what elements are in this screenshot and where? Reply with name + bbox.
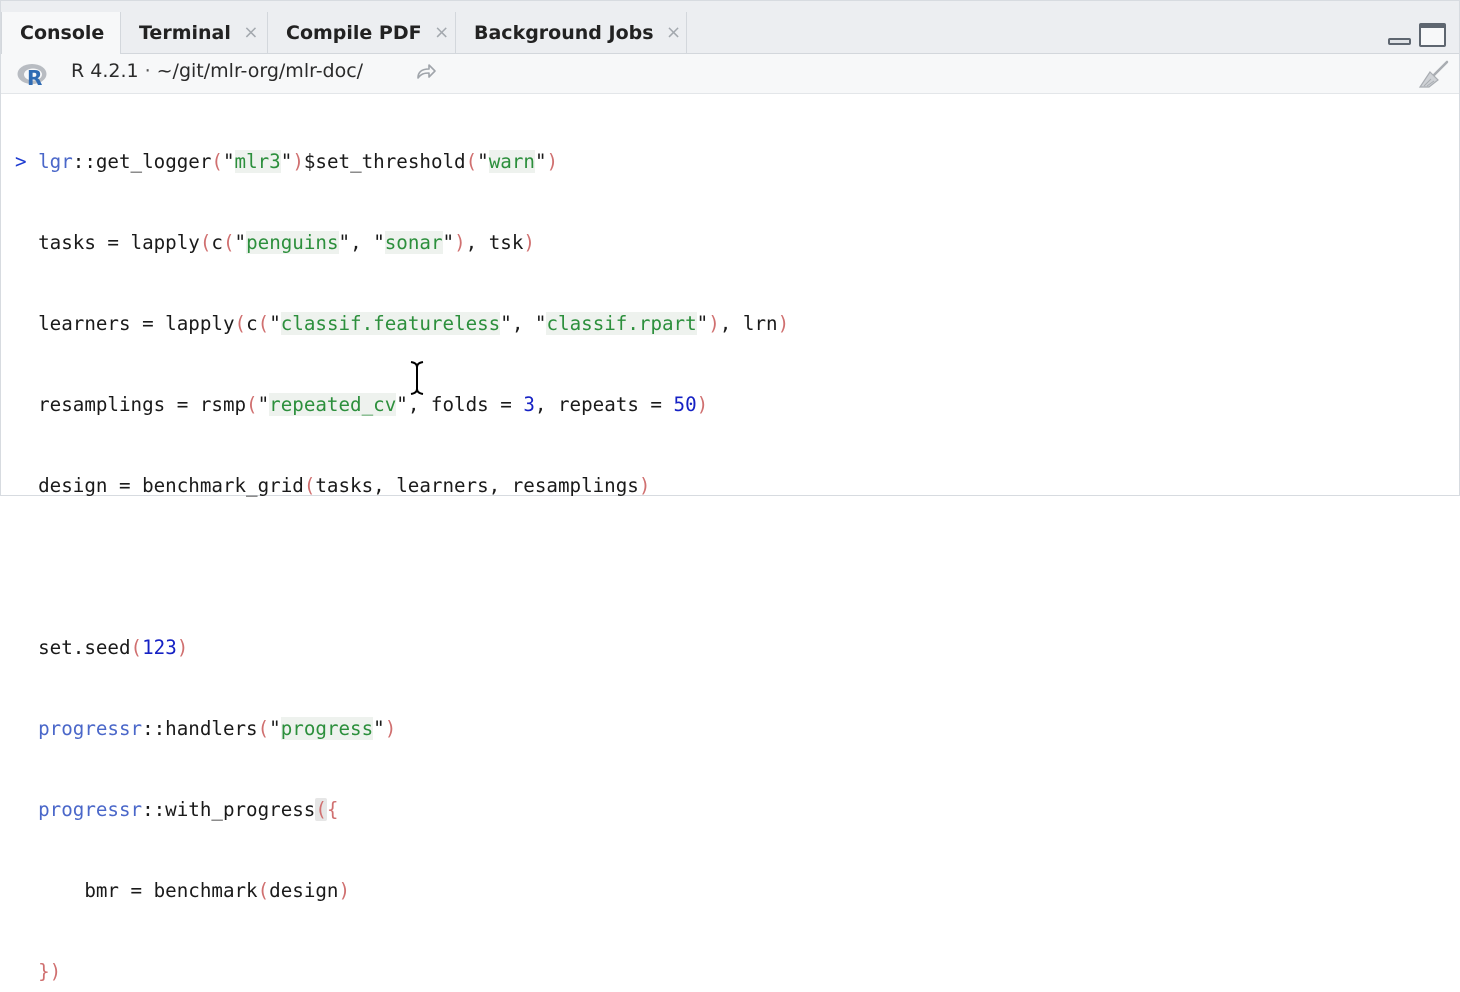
maximize-pane-icon[interactable] xyxy=(1419,23,1446,47)
code-text: progressr::handlers("progress") xyxy=(38,717,397,740)
console-line: progressr::with_progress({ xyxy=(15,796,789,823)
console-line: > lgr::get_logger("mlr3")$set_threshold(… xyxy=(15,148,789,175)
console-path-bar: R R 4.2.1 · ~/git/mlr-org/mlr-doc/ xyxy=(1,54,1459,94)
console-line: bmr = benchmark(design) xyxy=(15,877,789,904)
code-text: progressr::with_progress({ xyxy=(38,798,339,821)
tab-label: Console xyxy=(20,22,105,44)
goto-directory-icon[interactable] xyxy=(415,62,437,82)
tab-label: Background Jobs xyxy=(474,21,654,44)
close-icon[interactable]: × xyxy=(434,22,450,43)
close-icon[interactable]: × xyxy=(666,22,682,43)
code-text: lgr::get_logger("mlr3")$set_threshold("w… xyxy=(38,150,559,173)
code-text: set.seed(123) xyxy=(38,636,189,659)
console-code: > lgr::get_logger("mlr3")$set_threshold(… xyxy=(15,94,789,992)
console-line: set.seed(123) xyxy=(15,634,789,661)
tab-label: Compile PDF xyxy=(286,21,422,44)
code-text: bmr = benchmark(design) xyxy=(38,879,351,902)
tab-terminal[interactable]: Terminal × xyxy=(121,12,268,53)
tab-console[interactable]: Console xyxy=(1,12,121,54)
console-line: tasks = lapply(c("penguins", "sonar"), t… xyxy=(15,229,789,256)
close-icon[interactable]: × xyxy=(243,22,259,43)
svg-text:R: R xyxy=(27,66,42,87)
code-text: resamplings = rsmp("repeated_cv", folds … xyxy=(38,393,709,416)
path-separator: · xyxy=(144,60,151,82)
code-text: learners = lapply(c("classif.featureless… xyxy=(38,312,790,335)
console-line: }) xyxy=(15,958,789,985)
console-output[interactable]: > lgr::get_logger("mlr3")$set_threshold(… xyxy=(1,94,1459,983)
console-line: progressr::handlers("progress") xyxy=(15,715,789,742)
tab-compile-pdf[interactable]: Compile PDF × xyxy=(268,12,456,53)
ibeam-cursor-icon xyxy=(410,361,424,395)
console-line: design = benchmark_grid(tasks, learners,… xyxy=(15,472,789,499)
code-text: tasks = lapply(c("penguins", "sonar"), t… xyxy=(38,231,535,254)
code-text: design = benchmark_grid(tasks, learners,… xyxy=(38,474,651,497)
console-line: resamplings = rsmp("repeated_cv", folds … xyxy=(15,391,789,418)
r-version: R 4.2.1 xyxy=(71,60,139,82)
working-directory-label: R 4.2.1 · ~/git/mlr-org/mlr-doc/ xyxy=(71,60,363,82)
working-dir: ~/git/mlr-org/mlr-doc/ xyxy=(156,60,364,82)
minimize-pane-icon[interactable] xyxy=(1387,23,1413,47)
tab-background-jobs[interactable]: Background Jobs × xyxy=(456,12,687,53)
console-line: learners = lapply(c("classif.featureless… xyxy=(15,310,789,337)
broom-icon[interactable] xyxy=(1417,59,1451,89)
tab-bar: Console Terminal × Compile PDF × Backgro… xyxy=(1,1,1459,54)
console-pane: Console Terminal × Compile PDF × Backgro… xyxy=(0,0,1460,983)
tab-label: Terminal xyxy=(139,21,231,44)
r-logo-icon: R xyxy=(17,64,47,87)
console-prompt: > xyxy=(15,150,27,173)
code-text: }) xyxy=(38,960,62,983)
